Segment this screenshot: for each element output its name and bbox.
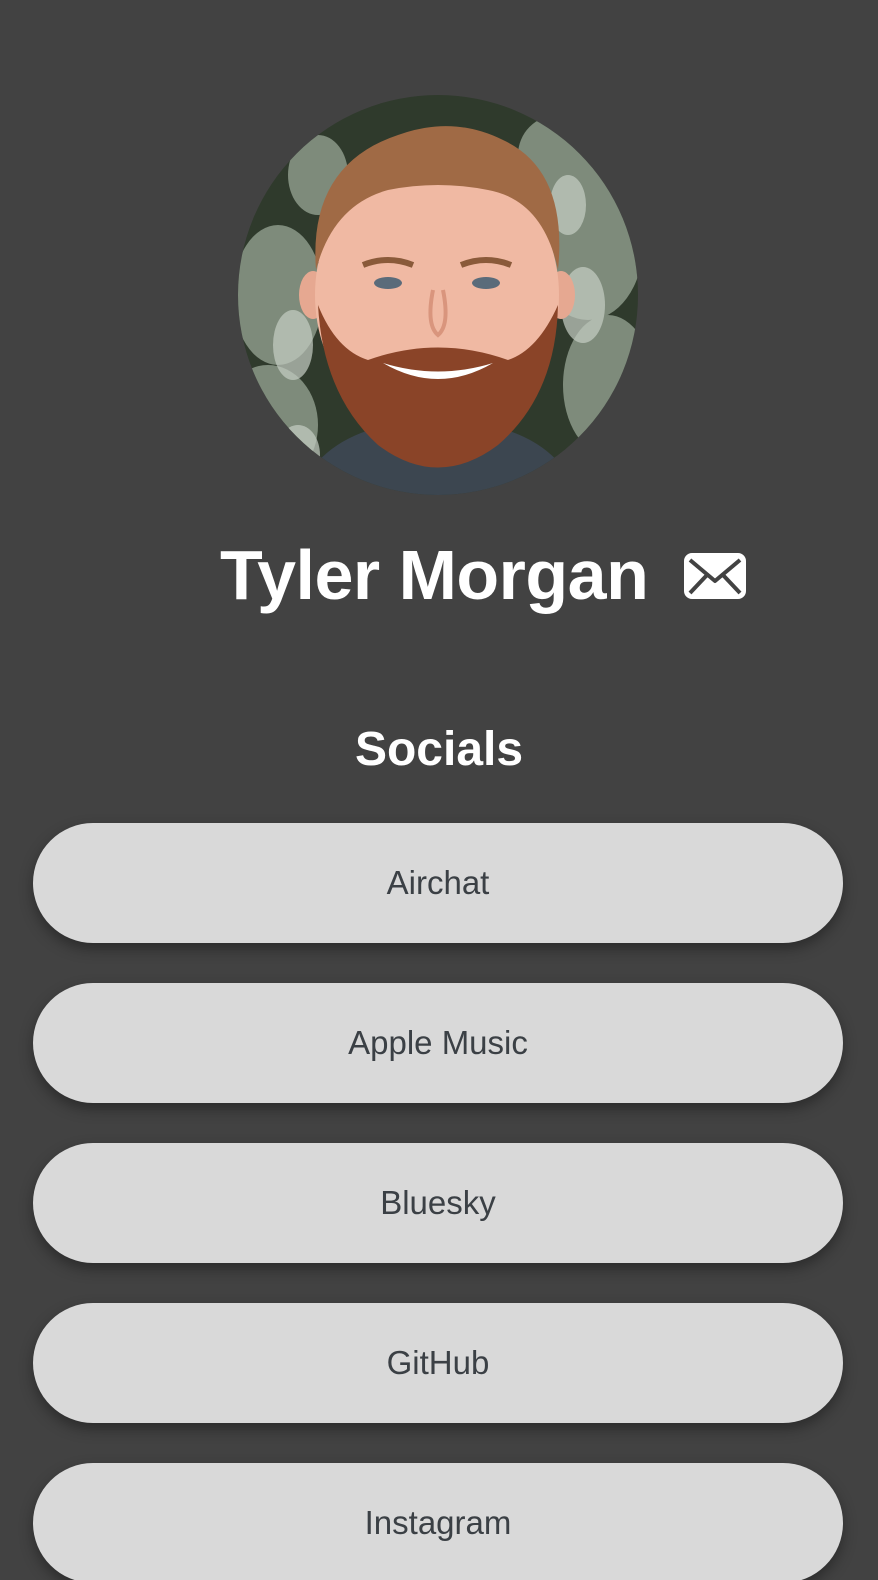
profile-header: Tyler Morgan (0, 535, 878, 615)
profile-name: Tyler Morgan (220, 536, 649, 614)
instagram-link-button[interactable]: Instagram (33, 1463, 843, 1580)
github-link-button[interactable]: GitHub (33, 1303, 843, 1423)
avatar-photo (238, 95, 638, 495)
airchat-link-button[interactable]: Airchat (33, 823, 843, 943)
bluesky-link-button[interactable]: Bluesky (33, 1143, 843, 1263)
profile-avatar (238, 95, 638, 495)
envelope-icon[interactable] (684, 553, 746, 599)
profile-page: Tyler Morgan Socials Airchat Apple Music… (0, 0, 878, 1580)
socials-link-list: Airchat Apple Music Bluesky GitHub Insta… (33, 823, 843, 1580)
socials-heading: Socials (354, 723, 524, 776)
apple-music-link-button[interactable]: Apple Music (33, 983, 843, 1103)
